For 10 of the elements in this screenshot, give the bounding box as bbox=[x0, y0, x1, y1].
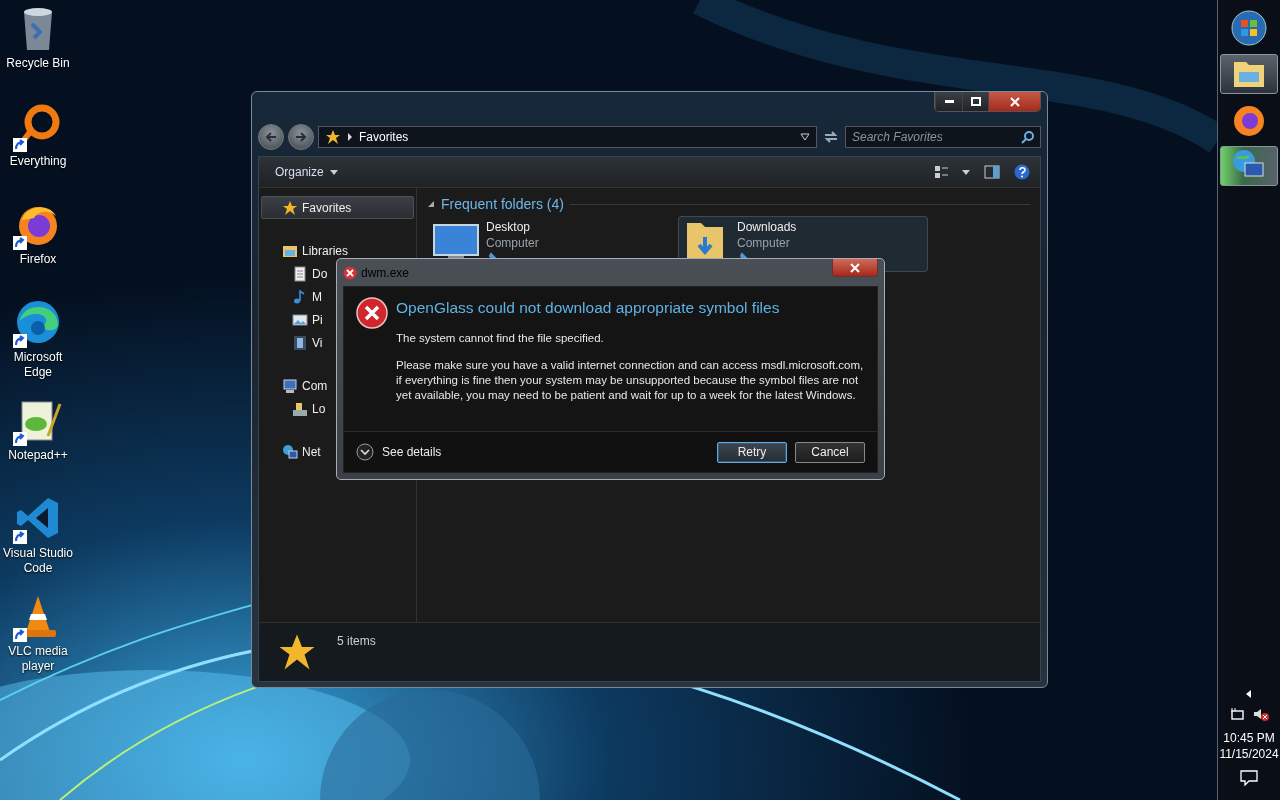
folder-name: Downloads bbox=[737, 219, 797, 235]
folder-location: Computer bbox=[486, 235, 539, 251]
error-details: Please make sure you have a valid internet connection and can access msdl.microsoft.com, if everything is fine then your system may be unsupported because the symbol files are not yet available, you may need to be patient and wait for up to a week for the latest Windows. bbox=[396, 358, 865, 403]
group-title: Frequent folders (4) bbox=[441, 196, 564, 212]
item-count: 5 items bbox=[337, 634, 376, 648]
error-heading: OpenGlass could not download appropriate symbol files bbox=[396, 298, 781, 318]
folder-location: Computer bbox=[737, 235, 791, 251]
error-message: The system cannot find the file specified. bbox=[396, 331, 605, 346]
folder-name: Desktop bbox=[486, 219, 532, 235]
dialog-title: dwm.exe bbox=[361, 265, 411, 280]
